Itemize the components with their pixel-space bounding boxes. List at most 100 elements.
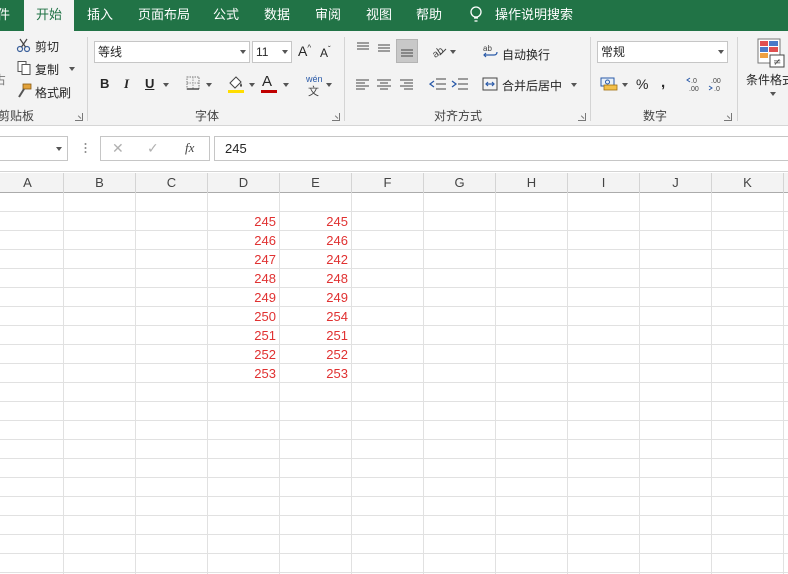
column-header-f[interactable]: F: [352, 173, 424, 193]
font-color-button[interactable]: A: [262, 73, 272, 90]
paste-button-partial[interactable]: 占: [0, 71, 6, 88]
column-header-b[interactable]: B: [64, 173, 136, 193]
font-launcher-icon[interactable]: [332, 113, 340, 121]
svg-text:.0: .0: [714, 86, 720, 93]
cell-e-6[interactable]: 254: [280, 307, 348, 326]
clipboard-launcher-icon[interactable]: [75, 113, 83, 121]
cell-e-8[interactable]: 252: [280, 345, 348, 364]
cell-d-5[interactable]: 249: [208, 288, 276, 307]
column-header-e[interactable]: E: [280, 173, 352, 193]
cancel-icon[interactable]: ✕: [112, 140, 124, 157]
column-header-j[interactable]: J: [640, 173, 712, 193]
tab-page-layout[interactable]: 页面布局: [138, 0, 190, 31]
name-box[interactable]: [0, 136, 68, 161]
tell-me-search[interactable]: 操作说明搜索: [495, 0, 573, 31]
column-header-d[interactable]: D: [208, 173, 280, 193]
tab-home[interactable]: 开始: [24, 0, 75, 31]
align-middle-icon[interactable]: [376, 41, 392, 55]
increase-indent-icon[interactable]: [451, 77, 469, 91]
font-size-combo[interactable]: 11: [252, 41, 292, 63]
decrease-indent-icon[interactable]: [429, 77, 447, 91]
conditional-format-button[interactable]: 条件格式: [746, 71, 788, 88]
copy-button[interactable]: 复制: [35, 61, 59, 78]
align-right-icon[interactable]: [398, 78, 414, 92]
cell-e-1[interactable]: 245: [280, 212, 348, 231]
wrap-text-button[interactable]: 自动换行: [502, 46, 550, 63]
formula-input[interactable]: 245: [214, 136, 788, 161]
font-color-dropdown-caret[interactable]: [283, 83, 289, 87]
chevron-down-icon[interactable]: [240, 50, 246, 54]
cell-d-2[interactable]: 246: [208, 231, 276, 250]
column-header-h[interactable]: H: [496, 173, 568, 193]
number-format-combo[interactable]: 常规: [597, 41, 728, 63]
cut-button[interactable]: 剪切: [35, 38, 59, 55]
cell-d-1[interactable]: 245: [208, 212, 276, 231]
grow-font-button[interactable]: A^: [298, 43, 311, 59]
chevron-down-icon[interactable]: [56, 147, 62, 151]
align-top-icon[interactable]: [355, 41, 371, 55]
tab-view[interactable]: 视图: [366, 0, 392, 31]
cell-d-7[interactable]: 251: [208, 326, 276, 345]
tab-data[interactable]: 数据: [264, 0, 290, 31]
column-header-g[interactable]: G: [424, 173, 496, 193]
font-color-swatch: [261, 90, 277, 93]
chevron-down-icon[interactable]: [282, 50, 288, 54]
formula-bar-grip-icon[interactable]: [84, 142, 87, 154]
comma-button[interactable]: ,: [661, 74, 665, 91]
phonetic-dropdown-caret[interactable]: [326, 83, 332, 87]
currency-dropdown-caret[interactable]: [622, 83, 628, 87]
column-header-c[interactable]: C: [136, 173, 208, 193]
cell-d-3[interactable]: 247: [208, 250, 276, 269]
font-name-combo[interactable]: 等线: [94, 41, 250, 63]
copy-icon: [17, 61, 31, 75]
tab-review[interactable]: 审阅: [315, 0, 341, 31]
borders-dropdown-caret[interactable]: [206, 83, 212, 87]
tab-formulas[interactable]: 公式: [213, 0, 239, 31]
number-launcher-icon[interactable]: [724, 113, 732, 121]
alignment-launcher-icon[interactable]: [578, 113, 586, 121]
fill-color-dropdown-caret[interactable]: [249, 83, 255, 87]
orientation-icon[interactable]: ab: [430, 42, 448, 58]
phonetic-bottom[interactable]: 文: [308, 83, 319, 99]
fill-color-icon[interactable]: [226, 74, 246, 94]
worksheet-grid[interactable]: 245 246 247 248 249 250 251 252 253 245 246 242 248 2…: [0, 193, 788, 574]
tab-help[interactable]: 帮助: [416, 0, 442, 31]
underline-button[interactable]: U: [145, 76, 154, 91]
merge-dropdown-caret[interactable]: [571, 83, 577, 87]
merge-center-button[interactable]: 合并后居中: [502, 77, 562, 94]
copy-dropdown-caret[interactable]: [69, 67, 75, 71]
bold-button[interactable]: B: [100, 76, 109, 91]
cell-d-6[interactable]: 250: [208, 307, 276, 326]
column-header-k[interactable]: K: [712, 173, 784, 193]
orientation-dropdown-caret[interactable]: [450, 50, 456, 54]
column-header-i[interactable]: I: [568, 173, 640, 193]
increase-decimal-icon[interactable]: .0 .00: [686, 75, 704, 93]
cell-e-2[interactable]: 246: [280, 231, 348, 250]
tab-insert[interactable]: 插入: [87, 0, 113, 31]
percent-button[interactable]: %: [636, 76, 648, 92]
chevron-down-icon[interactable]: [718, 50, 724, 54]
tab-file[interactable]: 件: [0, 0, 10, 31]
cell-e-3[interactable]: 242: [280, 250, 348, 269]
cell-d-4[interactable]: 248: [208, 269, 276, 288]
align-left-icon[interactable]: [355, 78, 371, 92]
conditional-format-icon[interactable]: ≠: [756, 37, 786, 69]
italic-button[interactable]: I: [124, 76, 129, 92]
format-painter-button[interactable]: 格式刷: [35, 84, 71, 101]
borders-icon[interactable]: [186, 76, 200, 90]
currency-icon[interactable]: [600, 75, 618, 91]
shrink-font-button[interactable]: Aˇ: [320, 45, 331, 60]
insert-function-icon[interactable]: fx: [185, 140, 194, 156]
cell-d-9[interactable]: 253: [208, 364, 276, 383]
decrease-decimal-icon[interactable]: .00 .0: [708, 75, 726, 93]
cell-d-8[interactable]: 252: [208, 345, 276, 364]
enter-icon[interactable]: ✓: [147, 140, 159, 157]
cell-e-7[interactable]: 251: [280, 326, 348, 345]
align-center-icon[interactable]: [376, 78, 392, 92]
conditional-format-dropdown-caret[interactable]: [770, 92, 776, 96]
column-header-a[interactable]: A: [0, 173, 64, 193]
underline-dropdown-caret[interactable]: [163, 83, 169, 87]
cell-e-5[interactable]: 249: [280, 288, 348, 307]
cell-e-4[interactable]: 248: [280, 269, 348, 288]
cell-e-9[interactable]: 253: [280, 364, 348, 383]
